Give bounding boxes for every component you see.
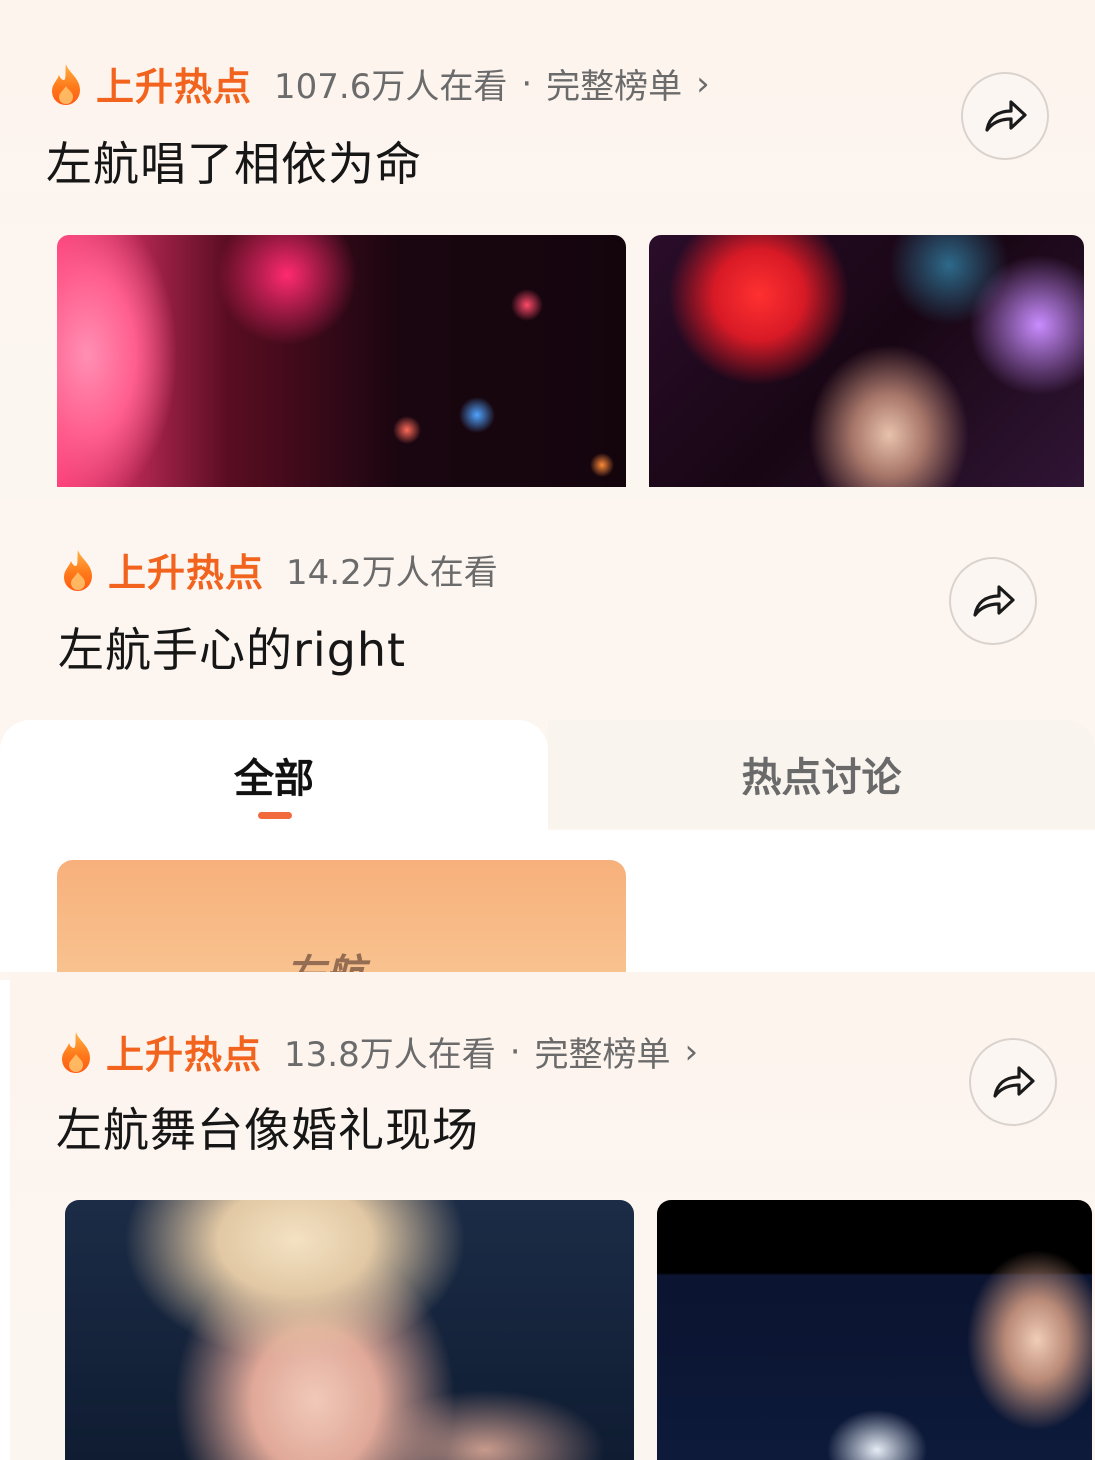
hot-topic-meta: 上升热点 13.8万人在看 · 完整榜单 › (56, 1024, 698, 1079)
flame-icon (52, 63, 80, 105)
separator-dot: · (521, 63, 533, 104)
video-thumbnail[interactable] (649, 235, 1084, 487)
tab-all-label: 全部 (234, 756, 314, 802)
separator-dot: · (509, 1031, 521, 1072)
share-arrow-icon (973, 585, 1015, 617)
viewer-count: 107.6万人在看 (274, 67, 508, 107)
video-thumbnail[interactable] (657, 1200, 1092, 1460)
hot-topic-card-1[interactable]: 上升热点 107.6万人在看 · 完整榜单 › 左航唱了相依为命 (0, 0, 1095, 500)
hot-topic-meta: 上升热点 107.6万人在看 · 完整榜单 › (46, 56, 710, 111)
video-thumbnail[interactable] (57, 235, 626, 487)
tab-all[interactable]: 全部 (0, 720, 548, 830)
viewer-count: 14.2万人在看 (286, 553, 498, 593)
video-thumbnail[interactable] (65, 1200, 634, 1460)
full-list-label: 完整榜单 (534, 1035, 671, 1075)
topic-headline[interactable]: 左航舞台像婚礼现场 (56, 1094, 479, 1160)
viewer-count: 13.8万人在看 (284, 1035, 496, 1075)
hot-topic-meta: 上升热点 14.2万人在看 (58, 542, 498, 597)
topic-headline[interactable]: 左航手心的right (58, 614, 406, 680)
hot-rising-label: 上升热点 (108, 551, 265, 595)
share-arrow-icon (993, 1066, 1035, 1098)
share-button[interactable] (961, 72, 1049, 160)
share-button[interactable] (969, 1038, 1057, 1126)
hot-rising-label: 上升热点 (96, 65, 253, 109)
hot-rising-label: 上升热点 (106, 1033, 263, 1077)
topic-headline[interactable]: 左航唱了相依为命 (46, 128, 422, 194)
full-list-link[interactable]: 完整榜单 › (535, 1027, 699, 1076)
chevron-right-icon: › (696, 63, 710, 104)
flame-icon (64, 549, 92, 591)
full-list-link[interactable]: 完整榜单 › (546, 59, 710, 108)
share-arrow-icon (985, 100, 1027, 132)
chevron-right-icon: › (684, 1031, 699, 1072)
flame-icon (62, 1031, 90, 1073)
thumbnail-caption: 左航 (285, 942, 365, 972)
tab-hot-discussion-label: 热点讨论 (741, 755, 902, 801)
active-tab-indicator (258, 812, 292, 819)
feed-tabs: 全部 热点讨论 (0, 720, 1095, 830)
share-button[interactable] (949, 557, 1037, 645)
video-thumbnail[interactable]: 左航 (57, 860, 626, 972)
tab-hot-discussion[interactable]: 热点讨论 (548, 720, 1095, 828)
full-list-label: 完整榜单 (546, 67, 683, 107)
